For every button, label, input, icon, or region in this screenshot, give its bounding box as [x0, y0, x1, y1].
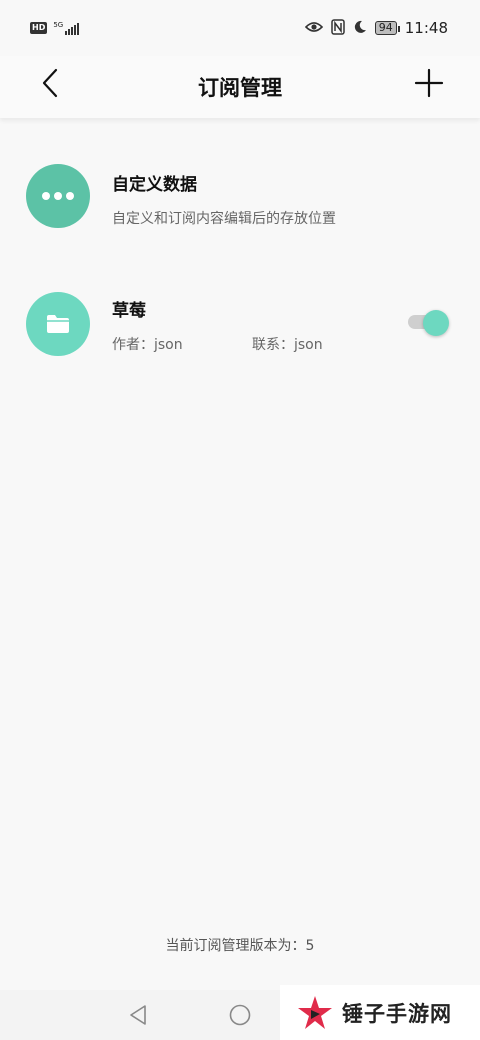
nav-home-button[interactable]: [228, 1003, 252, 1027]
network-type: 5G: [53, 21, 64, 29]
star-logo-icon: [298, 995, 332, 1029]
battery-indicator: 94: [374, 21, 400, 35]
item-contact: 联系：json: [252, 337, 323, 353]
clock: 11:48: [404, 19, 448, 37]
nav-back-button[interactable]: [126, 1003, 150, 1027]
list-item-custom-data[interactable]: 自定义数据 自定义和订阅内容编辑后的存放位置: [0, 140, 480, 250]
watermark-text: 锤子手游网: [342, 1001, 452, 1026]
version-text: 当前订阅管理版本为：5: [165, 938, 315, 954]
status-bar: HD 5G 94 11:48: [0, 0, 480, 56]
page-title: 订阅管理: [198, 76, 282, 100]
item-description: 自定义和订阅内容编辑后的存放位置: [112, 211, 336, 227]
item-author: 作者：json: [112, 337, 183, 353]
folder-icon: [26, 292, 90, 356]
watermark: 锤子手游网: [280, 985, 480, 1040]
add-subscription-button[interactable]: [414, 68, 444, 98]
nfc-icon: [331, 18, 345, 38]
list-item-subscription[interactable]: 草莓 作者：json 联系：json: [0, 268, 480, 378]
chevron-left-icon: [42, 68, 58, 98]
app-header: 订阅管理: [0, 56, 480, 118]
hd-badge: HD: [30, 22, 48, 34]
item-meta: 作者：json 联系：json: [112, 334, 323, 354]
subscription-toggle[interactable]: [408, 310, 449, 336]
more-dots-icon: [26, 164, 90, 228]
back-button[interactable]: [36, 68, 66, 98]
toggle-thumb: [423, 310, 449, 336]
item-title: 草莓: [112, 301, 146, 321]
eye-icon: [304, 20, 323, 37]
plus-icon: [414, 68, 444, 98]
triangle-back-icon: [130, 1005, 146, 1025]
item-title: 自定义数据: [112, 175, 197, 195]
circle-home-icon: [229, 1004, 251, 1026]
signal-icon: 5G: [53, 21, 80, 35]
status-left: HD 5G: [30, 21, 80, 35]
status-right: 94 11:48: [304, 18, 448, 38]
moon-icon: [353, 20, 367, 37]
